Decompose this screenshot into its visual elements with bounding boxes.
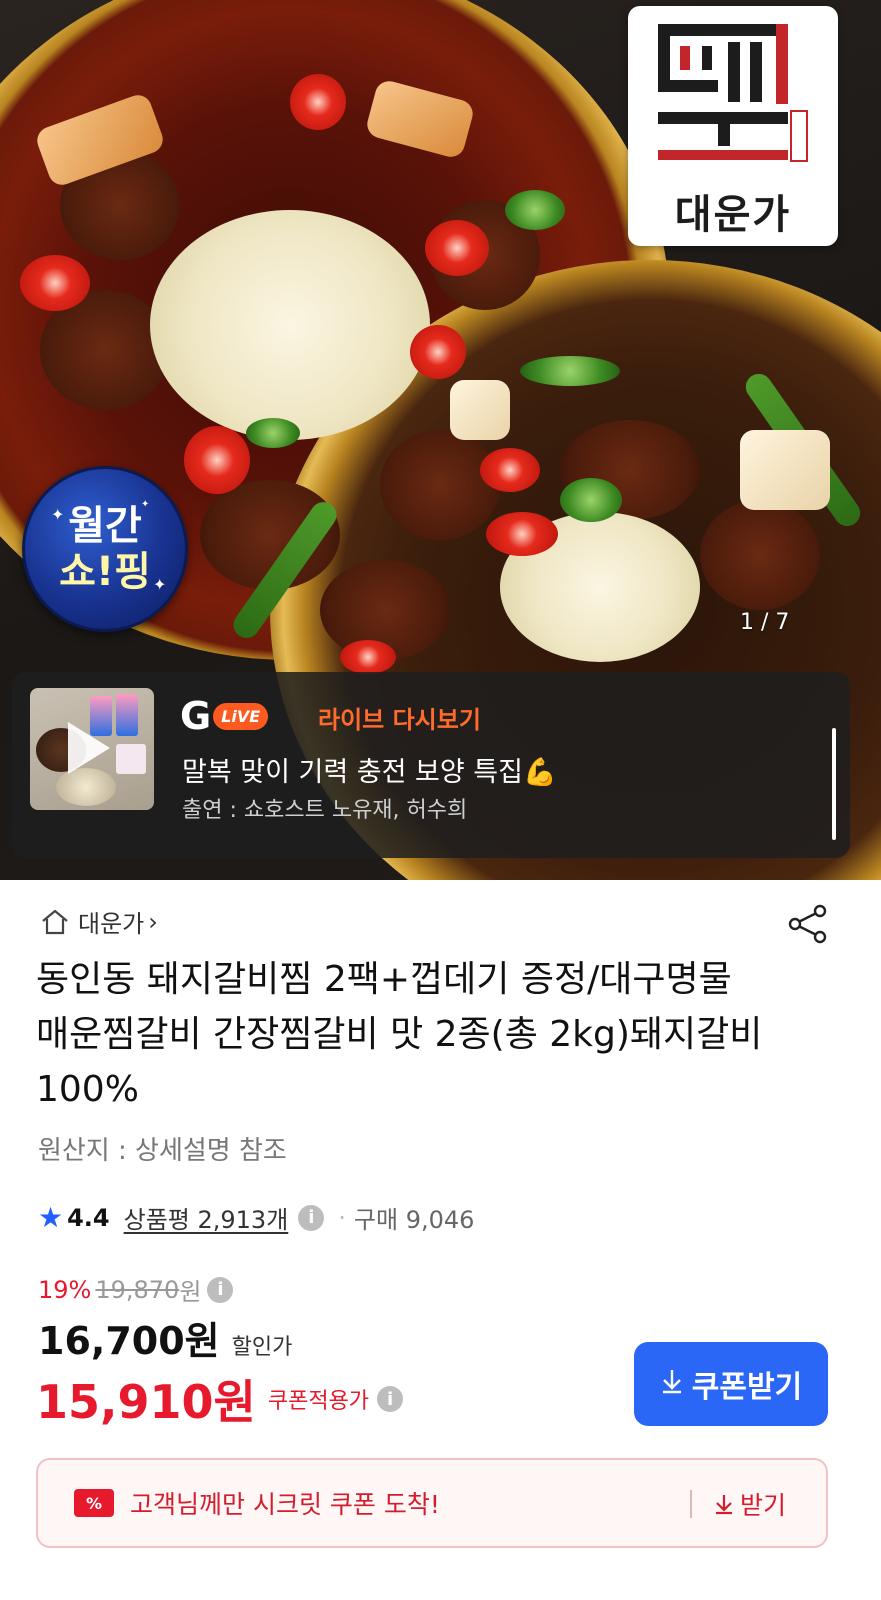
rating-score: 4.4 (67, 1203, 110, 1232)
coupon-price-row: 15,910원 쿠폰적용가 i (36, 1366, 404, 1432)
product-title: 동인동 돼지갈비찜 2팩+껍데기 증정/대구명물 매운찜갈비 간장찜갈비 맛 2… (36, 959, 763, 1110)
live-banner-scrollbar (832, 728, 836, 840)
play-icon[interactable] (68, 722, 110, 774)
monthly-shopping-badge: ✦ ✦ ✦ 월간 쇼!핑 (22, 466, 188, 632)
original-price-unit: 원 (179, 1278, 202, 1306)
badge-line-2: 쇼!핑 (59, 549, 151, 595)
image-page-indicator: 1 / 7 (740, 610, 790, 635)
store-link[interactable]: 대운가 › (40, 904, 158, 939)
badge-line-1: 월간 (68, 503, 142, 549)
g-live-logo-live: LiVE (213, 702, 269, 730)
share-icon[interactable] (786, 902, 830, 946)
rating-row: ★ 4.4 상품평 2,913개 i · 구매 9,046 (38, 1200, 474, 1235)
live-replay-banner[interactable]: G LiVE 라이브 다시보기 말복 맞이 기력 충전 보양 특집💪 출연 : … (12, 672, 850, 858)
live-replay-label[interactable]: 라이브 다시보기 (318, 700, 481, 735)
divider (690, 1490, 692, 1518)
live-host: 출연 : 쇼호스트 노유재, 허수희 (182, 798, 468, 823)
chevron-right-icon: › (148, 907, 158, 936)
info-icon[interactable]: i (377, 1386, 404, 1412)
product-image-carousel[interactable]: 대운가 ✦ ✦ ✦ 월간 쇼!핑 1 / 7 G LiVE 라이브 다시보기 말… (0, 0, 881, 880)
purchase-count: 구매 9,046 (353, 1206, 475, 1234)
original-price: 19,870 (95, 1275, 180, 1304)
live-video-thumbnail[interactable] (30, 688, 154, 810)
secret-coupon-banner[interactable]: % 고객님께만 시크릿 쿠폰 도착! 받기 (36, 1458, 828, 1548)
discount-rate: 19% (38, 1275, 92, 1304)
live-title: 말복 맞이 기력 충전 보양 특집💪 (182, 757, 557, 788)
download-icon (716, 1495, 732, 1515)
info-icon[interactable]: i (207, 1276, 234, 1303)
download-icon (660, 1368, 684, 1401)
g-live-logo: G LiVE (180, 694, 269, 738)
brand-logo-text: 대운가 (674, 192, 792, 238)
ticket-icon: % (74, 1489, 114, 1517)
store-name: 대운가 (78, 910, 145, 938)
review-count-link[interactable]: 상품평 2,913개 (124, 1200, 289, 1235)
get-coupon-label: 쿠폰받기 (691, 1370, 803, 1405)
home-icon (40, 907, 70, 937)
secret-coupon-text: 고객님께만 시크릿 쿠폰 도착! (130, 1490, 440, 1519)
star-icon: ★ (38, 1201, 64, 1234)
get-coupon-button[interactable]: 쿠폰받기 (634, 1342, 828, 1426)
brand-logo-seal (790, 110, 808, 162)
product-origin: 원산지 : 상세설명 참조 (38, 1136, 287, 1166)
g-live-logo-g: G (180, 694, 212, 738)
sale-price: 16,700원 (38, 1319, 220, 1363)
secret-coupon-receive-button[interactable]: 받기 (714, 1486, 786, 1522)
discount-row: 19% 19,870 원 i (38, 1272, 234, 1307)
sale-price-label: 할인가 (231, 1335, 293, 1360)
coupon-price: 15,910원 (36, 1375, 256, 1429)
coupon-price-label: 쿠폰적용가 (267, 1389, 370, 1414)
brand-logo-mark (658, 24, 808, 174)
secret-coupon-receive-label: 받기 (740, 1491, 787, 1520)
sale-price-row: 16,700원 할인가 (38, 1310, 292, 1365)
info-icon[interactable]: i (298, 1204, 325, 1231)
separator-dot: · (338, 1203, 346, 1232)
brand-logo: 대운가 (628, 6, 838, 246)
